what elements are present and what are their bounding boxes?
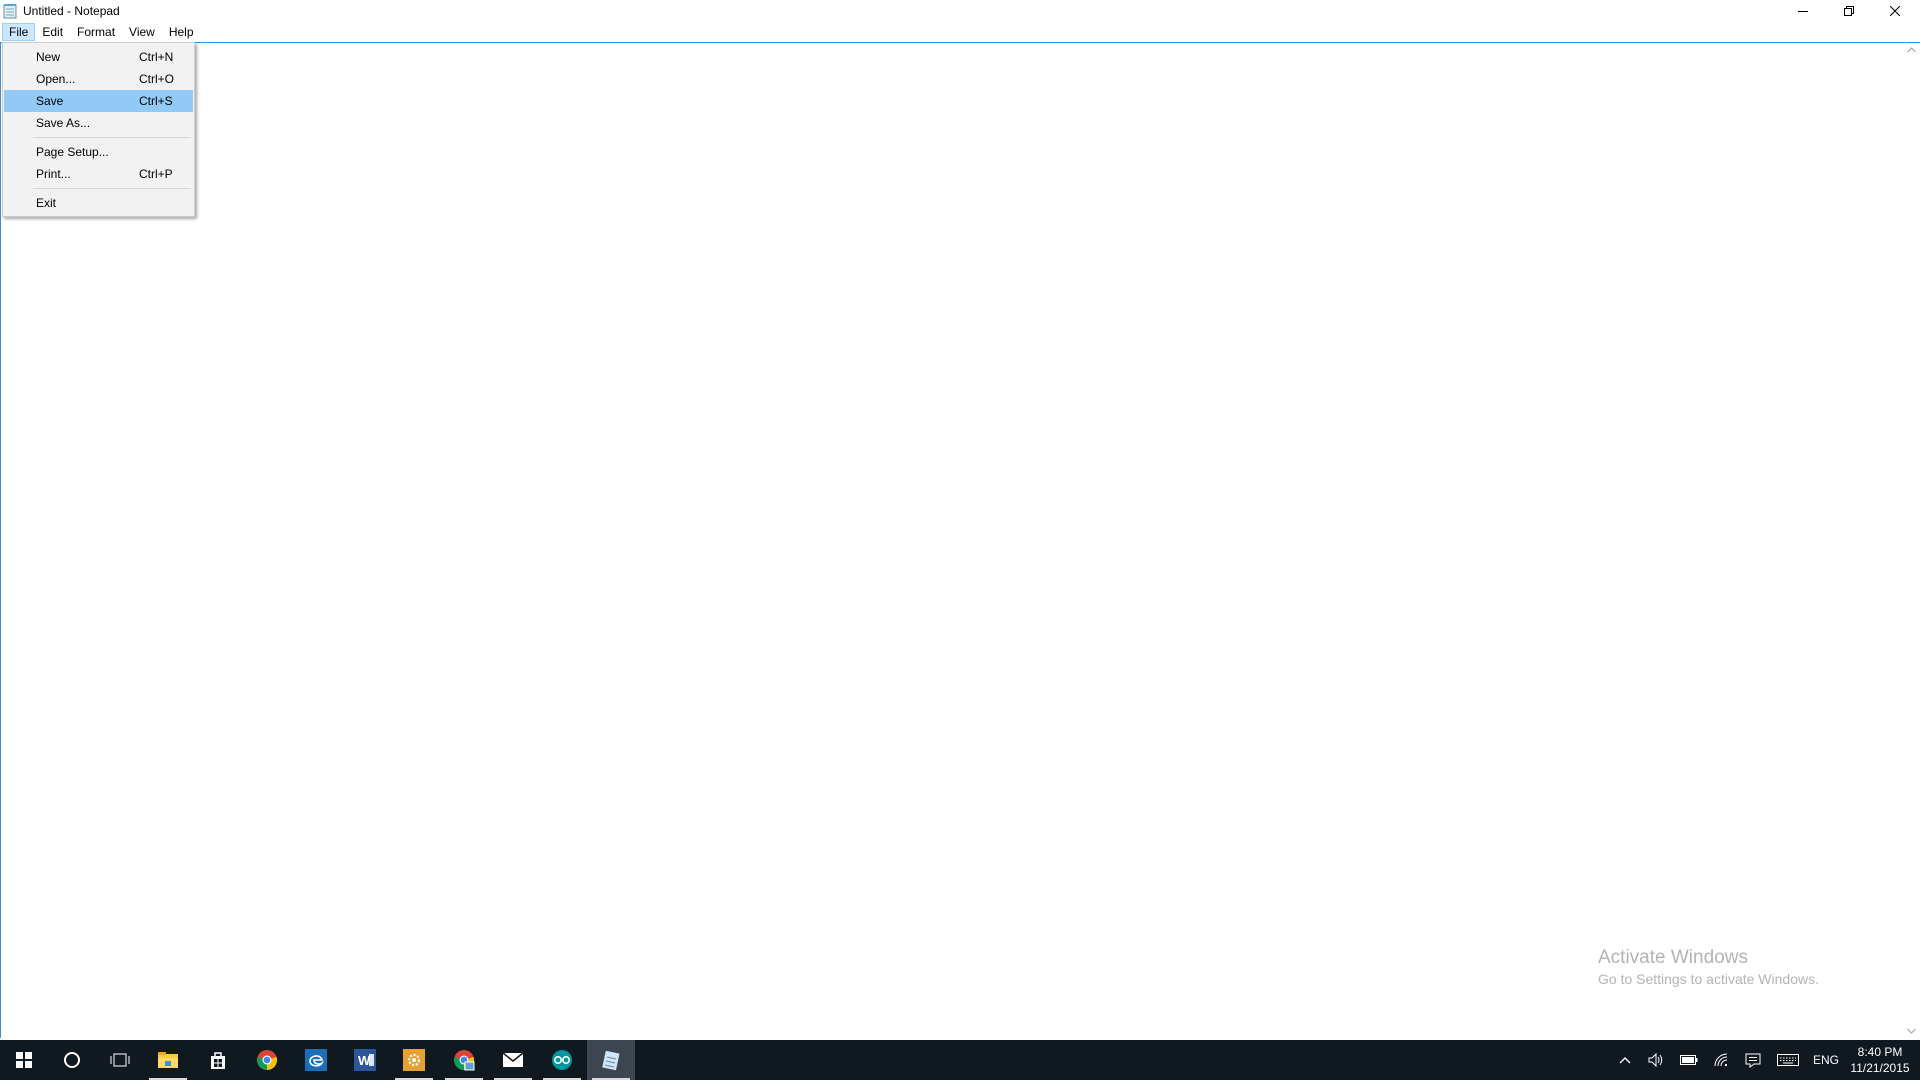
settings-app-icon xyxy=(403,1049,425,1071)
file-explorer-icon xyxy=(158,1052,178,1068)
speaker-icon xyxy=(1648,1053,1663,1067)
menu-item-shortcut: Ctrl+P xyxy=(139,167,173,181)
chrome-alt-icon xyxy=(454,1050,475,1071)
taskbar-word[interactable]: W xyxy=(341,1040,389,1080)
menu-item-label: New xyxy=(36,50,61,64)
taskbar-chrome-alt[interactable] xyxy=(440,1040,488,1080)
menu-item-save-as[interactable]: Save As... xyxy=(4,112,193,134)
close-icon xyxy=(1890,6,1900,16)
volume-button[interactable] xyxy=(1644,1040,1668,1080)
scroll-down-arrow-icon[interactable] xyxy=(1907,1028,1916,1034)
action-center-button[interactable] xyxy=(1741,1040,1765,1080)
taskbar-settings-app[interactable] xyxy=(390,1040,438,1080)
battery-icon xyxy=(1680,1055,1698,1065)
task-view-icon xyxy=(110,1053,130,1067)
taskbar: W ENG 8:40 PM 11/21/2015 xyxy=(0,1040,1920,1080)
vertical-scrollbar[interactable] xyxy=(1903,43,1920,1038)
close-button[interactable] xyxy=(1872,0,1918,22)
file-menu-dropdown: New Ctrl+N Open... Ctrl+O Save Ctrl+S Sa… xyxy=(2,42,195,217)
task-view-button[interactable] xyxy=(96,1040,144,1080)
menu-bar: File Edit Format View Help xyxy=(0,22,1920,42)
taskbar-store[interactable] xyxy=(194,1040,242,1080)
taskbar-mail[interactable] xyxy=(489,1040,537,1080)
menu-help[interactable]: Help xyxy=(162,23,201,41)
minimize-icon xyxy=(1798,11,1808,12)
menu-item-shortcut: Ctrl+S xyxy=(139,94,173,108)
menu-item-new[interactable]: New Ctrl+N xyxy=(4,46,193,68)
menu-item-exit[interactable]: Exit xyxy=(4,192,193,214)
word-icon: W xyxy=(354,1049,376,1071)
touch-keyboard-button[interactable] xyxy=(1774,1040,1802,1080)
watermark-title: Activate Windows xyxy=(1598,947,1748,968)
clock-time: 8:40 PM xyxy=(1857,1045,1903,1059)
menu-item-label: Save As... xyxy=(36,116,91,130)
restore-button[interactable] xyxy=(1826,0,1872,22)
arduino-icon xyxy=(552,1050,572,1070)
minimize-button[interactable] xyxy=(1780,0,1826,22)
title-bar: Untitled - Notepad xyxy=(0,0,1920,22)
restore-icon xyxy=(1844,6,1854,16)
show-hidden-icons-button[interactable] xyxy=(1614,1040,1636,1080)
menu-format[interactable]: Format xyxy=(70,23,122,41)
taskbar-notepad[interactable] xyxy=(587,1040,635,1080)
taskbar-arduino[interactable] xyxy=(538,1040,586,1080)
menu-item-label: Print... xyxy=(36,167,71,181)
menu-item-save[interactable]: Save Ctrl+S xyxy=(4,90,193,112)
taskbar-edge[interactable] xyxy=(292,1040,340,1080)
menu-item-label: Open... xyxy=(36,72,76,86)
taskbar-chrome[interactable] xyxy=(243,1040,291,1080)
menu-item-page-setup[interactable]: Page Setup... xyxy=(4,141,193,163)
edge-icon xyxy=(305,1049,327,1071)
battery-button[interactable] xyxy=(1677,1040,1701,1080)
notification-icon xyxy=(1745,1053,1761,1068)
menu-item-label: Page Setup... xyxy=(36,145,109,159)
start-icon xyxy=(16,1052,32,1068)
menu-view[interactable]: View xyxy=(122,23,162,41)
language-indicator[interactable]: ENG xyxy=(1808,1040,1844,1080)
chrome-icon xyxy=(257,1050,278,1071)
menu-item-label: Exit xyxy=(36,196,57,210)
menu-item-label: Save xyxy=(36,94,64,108)
chevron-up-icon xyxy=(1619,1057,1631,1064)
mail-icon xyxy=(502,1052,524,1067)
watermark-subtitle: Go to Settings to activate Windows. xyxy=(1598,971,1819,987)
clock[interactable]: 8:40 PM 11/21/2015 xyxy=(1846,1044,1914,1076)
cortana-icon xyxy=(64,1052,80,1068)
menu-edit[interactable]: Edit xyxy=(35,23,70,41)
menu-item-shortcut: Ctrl+N xyxy=(139,50,174,64)
network-button[interactable] xyxy=(1710,1040,1734,1080)
start-button[interactable] xyxy=(0,1040,48,1080)
scroll-up-arrow-icon[interactable] xyxy=(1907,47,1916,53)
text-editor[interactable] xyxy=(0,42,1920,1038)
notepad-icon xyxy=(602,1050,620,1071)
menu-item-print[interactable]: Print... Ctrl+P xyxy=(4,163,193,185)
clock-date: 11/21/2015 xyxy=(1850,1061,1910,1075)
menu-file[interactable]: File xyxy=(2,23,36,41)
menu-item-open[interactable]: Open... Ctrl+O xyxy=(4,68,193,90)
wifi-icon xyxy=(1714,1053,1728,1067)
taskbar-file-explorer[interactable] xyxy=(144,1040,192,1080)
cortana-button[interactable] xyxy=(48,1040,96,1080)
store-icon xyxy=(211,1052,225,1069)
keyboard-icon xyxy=(1777,1054,1799,1066)
notepad-app-icon[interactable] xyxy=(3,3,18,19)
activate-windows-watermark: Activate Windows Go to Settings to activ… xyxy=(1598,947,1819,987)
menu-item-shortcut: Ctrl+O xyxy=(139,72,175,86)
menu-separator xyxy=(33,188,191,189)
menu-separator xyxy=(33,137,191,138)
window-title: Untitled - Notepad xyxy=(23,4,120,18)
